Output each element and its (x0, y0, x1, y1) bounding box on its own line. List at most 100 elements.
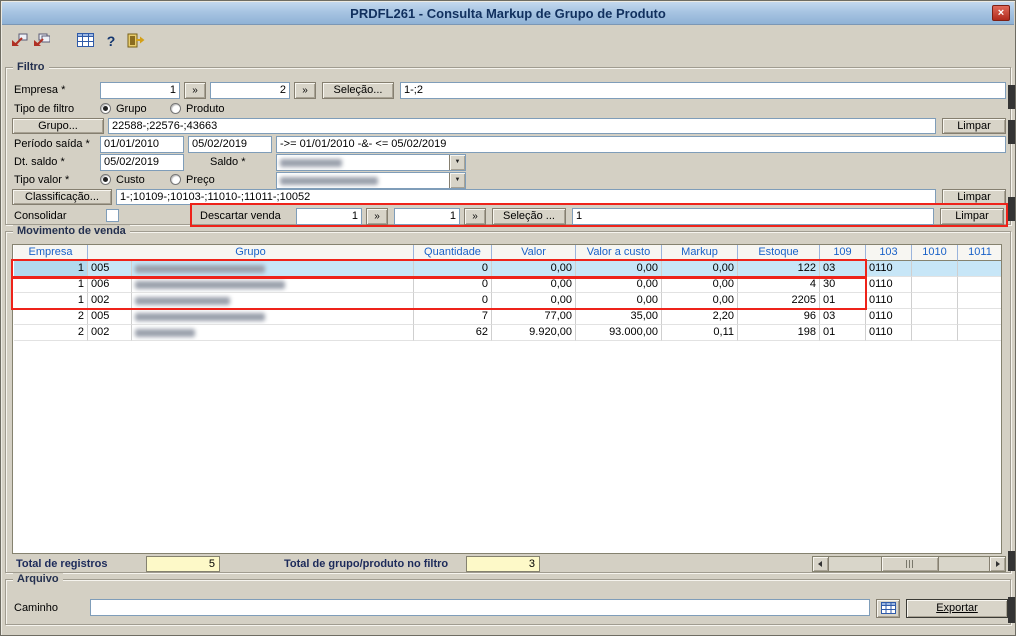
cell-valor[interactable]: 0,00 (492, 261, 576, 277)
radio-grupo-label[interactable]: Grupo (116, 103, 147, 115)
radio-grupo[interactable] (100, 103, 111, 114)
dt-saldo-input[interactable]: 05/02/2019 (100, 154, 184, 171)
cell-109[interactable]: 03 (820, 309, 866, 325)
radio-preco[interactable] (170, 174, 181, 185)
cell-grupo-cod[interactable]: 002 (88, 325, 132, 341)
radio-custo[interactable] (100, 174, 111, 185)
cell-empresa[interactable]: 1 (14, 293, 88, 309)
close-button[interactable]: × (992, 5, 1010, 21)
chevron-down-icon[interactable]: ▼ (449, 155, 465, 170)
classificacao-limpar-button[interactable]: Limpar (942, 189, 1006, 205)
col-header-1011[interactable]: 1011 (958, 245, 1001, 261)
cell-1011[interactable] (958, 309, 1001, 325)
saldo-combobox[interactable]: ▼ (276, 154, 466, 171)
cell-103[interactable]: 0110 (866, 277, 912, 293)
movimento-table[interactable]: Empresa Grupo Quantidade Valor Valor a c… (12, 244, 1002, 554)
descartar-to-range-button[interactable]: » (464, 208, 486, 225)
table-row[interactable]: 2 005 7 77,00 35,00 2,20 96 03 0110 (14, 309, 1001, 325)
descartar-from-input[interactable]: 1 (296, 208, 362, 225)
col-header-grupo[interactable]: Grupo (88, 245, 414, 261)
cell-valor[interactable]: 9.920,00 (492, 325, 576, 341)
caminho-input[interactable] (90, 599, 870, 616)
cell-valor[interactable]: 0,00 (492, 293, 576, 309)
radio-preco-label[interactable]: Preço (186, 174, 215, 186)
tipo-valor-combobox[interactable]: ▼ (276, 172, 466, 189)
browse-button[interactable] (876, 599, 900, 618)
col-header-1010[interactable]: 1010 (912, 245, 958, 261)
col-header-quantidade[interactable]: Quantidade (414, 245, 492, 261)
cell-1011[interactable] (958, 261, 1001, 277)
radio-produto[interactable] (170, 103, 181, 114)
cell-1011[interactable] (958, 325, 1001, 341)
cell-grupo-cod[interactable]: 005 (88, 309, 132, 325)
cell-103[interactable]: 0110 (866, 325, 912, 341)
cell-valor-custo[interactable]: 0,00 (576, 293, 662, 309)
cell-grupo-nome[interactable] (132, 325, 414, 341)
grid-view-button[interactable] (74, 31, 96, 51)
go-record-button[interactable] (8, 31, 30, 51)
table-row[interactable]: 1 002 0 0,00 0,00 0,00 2205 01 0110 (14, 293, 1001, 309)
cell-1010[interactable] (912, 309, 958, 325)
periodo-from-input[interactable]: 01/01/2010 (100, 136, 184, 153)
cell-quantidade[interactable]: 0 (414, 261, 492, 277)
cell-empresa[interactable]: 1 (14, 261, 88, 277)
cell-estoque[interactable]: 4 (738, 277, 820, 293)
cell-grupo-cod[interactable]: 005 (88, 261, 132, 277)
col-header-valor-custo[interactable]: Valor a custo (576, 245, 662, 261)
scroll-left-button[interactable] (813, 557, 829, 571)
scroll-right-button[interactable] (989, 557, 1005, 571)
cell-valor-custo[interactable]: 93.000,00 (576, 325, 662, 341)
col-header-103[interactable]: 103 (866, 245, 912, 261)
cell-valor-custo[interactable]: 0,00 (576, 277, 662, 293)
cell-grupo-cod[interactable]: 006 (88, 277, 132, 293)
cell-estoque[interactable]: 198 (738, 325, 820, 341)
table-row[interactable]: 2 002 62 9.920,00 93.000,00 0,11 198 01 … (14, 325, 1001, 341)
cell-quantidade[interactable]: 62 (414, 325, 492, 341)
cell-grupo-nome[interactable] (132, 277, 414, 293)
cell-valor[interactable]: 77,00 (492, 309, 576, 325)
scrollbar-thumb[interactable] (881, 557, 939, 571)
cell-empresa[interactable]: 1 (14, 277, 88, 293)
cell-109[interactable]: 03 (820, 261, 866, 277)
descartar-selecao-button[interactable]: Seleção ... (492, 208, 566, 225)
cell-markup[interactable]: 0,11 (662, 325, 738, 341)
cell-grupo-nome[interactable] (132, 261, 414, 277)
cell-103[interactable]: 0110 (866, 309, 912, 325)
title-bar[interactable]: PRDFL261 - Consulta Markup de Grupo de P… (2, 2, 1014, 25)
empresa-to-input[interactable]: 2 (210, 82, 290, 99)
cell-1011[interactable] (958, 277, 1001, 293)
cell-quantidade[interactable]: 0 (414, 277, 492, 293)
cell-estoque[interactable]: 96 (738, 309, 820, 325)
col-header-markup[interactable]: Markup (662, 245, 738, 261)
cell-1010[interactable] (912, 293, 958, 309)
cell-valor-custo[interactable]: 0,00 (576, 261, 662, 277)
cell-empresa[interactable]: 2 (14, 325, 88, 341)
horizontal-scrollbar[interactable] (812, 556, 1006, 572)
empresa-to-range-button[interactable]: » (294, 82, 316, 99)
col-header-empresa[interactable]: Empresa (14, 245, 88, 261)
cell-markup[interactable]: 2,20 (662, 309, 738, 325)
cell-1010[interactable] (912, 277, 958, 293)
cell-markup[interactable]: 0,00 (662, 277, 738, 293)
chevron-down-icon[interactable]: ▼ (449, 173, 465, 188)
cell-1011[interactable] (958, 293, 1001, 309)
cell-1010[interactable] (912, 261, 958, 277)
cell-estoque[interactable]: 122 (738, 261, 820, 277)
cell-103[interactable]: 0110 (866, 293, 912, 309)
go-all-records-button[interactable] (30, 31, 52, 51)
grupo-button[interactable]: Grupo... (12, 118, 104, 134)
help-button[interactable]: ? (100, 31, 122, 51)
periodo-to-input[interactable]: 05/02/2019 (188, 136, 272, 153)
descartar-to-input[interactable]: 1 (394, 208, 460, 225)
exit-button[interactable] (124, 31, 146, 51)
consolidar-checkbox[interactable] (106, 209, 119, 222)
cell-grupo-nome[interactable] (132, 293, 414, 309)
cell-valor-custo[interactable]: 35,00 (576, 309, 662, 325)
cell-109[interactable]: 01 (820, 293, 866, 309)
empresa-from-range-button[interactable]: » (184, 82, 206, 99)
table-row[interactable]: 1 006 0 0,00 0,00 0,00 4 30 0110 (14, 277, 1001, 293)
cell-109[interactable]: 01 (820, 325, 866, 341)
cell-quantidade[interactable]: 0 (414, 293, 492, 309)
radio-produto-label[interactable]: Produto (186, 103, 225, 115)
cell-markup[interactable]: 0,00 (662, 261, 738, 277)
